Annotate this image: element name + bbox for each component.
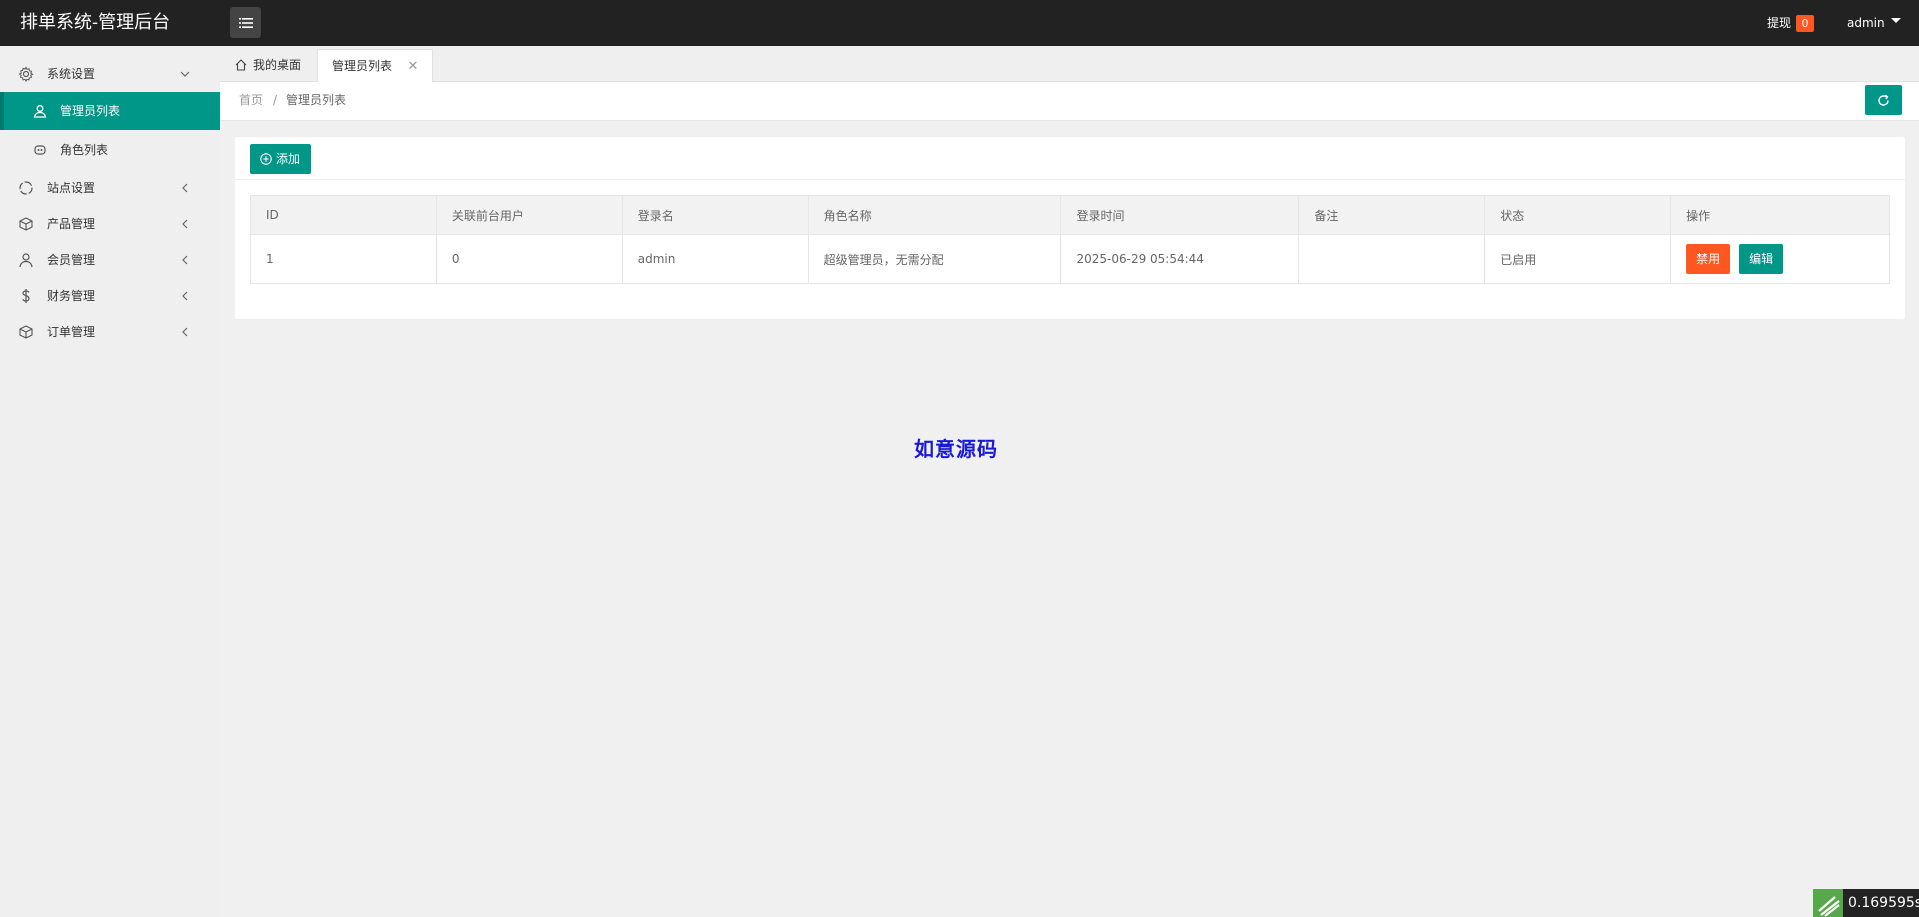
withdraw-link[interactable]: 提现 0 [1767,0,1815,46]
chevron-left-icon [182,327,188,337]
user-menu[interactable]: admin [1847,0,1901,46]
edit-button[interactable]: 编辑 [1739,244,1784,274]
column-header: 登录时间 [1060,195,1300,235]
sidebar-item-label: 角色列表 [60,143,109,157]
admin-list-card: 添加 ID 关联前台用户 登录名 角色名称 登录时间 备注 状态 操作 1 0 [235,137,1905,319]
cell-linked-user: 0 [435,234,623,284]
cell-status: 已启用 [1484,234,1672,284]
breadcrumb-home[interactable]: 首页 [239,82,263,118]
dollar-icon [22,289,30,303]
tab-admin-list[interactable]: 管理员列表 ✕ [317,49,433,82]
disable-button[interactable]: 禁用 [1686,244,1731,274]
sidebar-item-system-settings[interactable]: 系统设置 [0,56,220,92]
sidebar-item-member-management[interactable]: 会员管理 [0,242,220,278]
timer-value: 0.169595s [1848,895,1919,911]
sidebar-item-site-settings[interactable]: 站点设置 [0,170,220,206]
app-title: 排单系统-管理后台 [20,12,171,33]
site-icon [19,181,33,195]
refresh-button[interactable] [1865,85,1902,115]
page-timer: 0.169595s [1813,889,1919,917]
watermark-text: 如意源码 [914,437,998,461]
gear-icon [18,66,34,82]
chevron-left-icon [182,219,188,229]
order-box-icon [19,325,33,339]
add-button-label: 添加 [276,152,301,166]
cell-remark [1298,234,1486,284]
withdraw-count-badge: 0 [1796,15,1815,32]
sidebar-item-finance-management[interactable]: 财务管理 [0,278,220,314]
refresh-icon [1878,94,1889,106]
column-header: 备注 [1298,195,1486,235]
cell-login-name: admin [621,234,809,284]
user-name: admin [1847,16,1885,30]
add-button[interactable]: 添加 [250,144,311,174]
sidebar-item-admin-list[interactable]: 管理员列表 [0,92,220,130]
box-icon [19,217,33,231]
sidebar-item-order-management[interactable]: 订单管理 [0,314,220,350]
close-icon[interactable]: ✕ [406,50,420,83]
column-header: 登录名 [621,195,809,235]
breadcrumb-current: 管理员列表 [286,93,347,107]
sidebar-item-label: 产品管理 [47,217,96,231]
sidebar-item-product-management[interactable]: 产品管理 [0,206,220,242]
sidebar-item-label: 会员管理 [47,253,96,267]
chevron-left-icon [182,183,188,193]
sidebar-item-role-list[interactable]: 角色列表 [0,131,220,169]
tab-label: 我的桌面 [253,58,302,72]
sidebar-item-label: 订单管理 [47,325,96,339]
cell-id: 1 [250,234,437,284]
menu-toggle-button[interactable] [230,7,261,38]
column-header: 状态 [1484,195,1672,235]
column-header: 操作 [1670,195,1890,235]
sidebar-item-label: 管理员列表 [60,104,121,118]
card-toolbar: 添加 [235,137,1905,180]
sidebar: 系统设置 管理员列表 角色列表 站点设置 产品管理 会员管理 财务管理 订单管理 [0,46,220,917]
hamburger-icon [238,17,253,28]
sidebar-item-label: 财务管理 [47,289,96,303]
cell-actions: 禁用 编辑 [1670,234,1890,284]
chevron-left-icon [182,255,188,265]
top-header: 排单系统-管理后台 提现 0 admin [0,0,1919,46]
column-header: 角色名称 [807,195,1062,235]
breadcrumb: 首页 / 管理员列表 [220,82,1919,121]
tab-my-desktop[interactable]: 我的桌面 [220,49,316,82]
timer-logo-icon [1813,889,1843,917]
breadcrumb-separator: / [273,93,278,107]
role-icon [34,145,46,155]
home-icon [235,59,247,71]
page-tabs: 我的桌面 管理员列表 ✕ [220,46,1919,82]
admin-user-icon [33,105,47,118]
chevron-left-icon [182,291,188,301]
admin-table: ID 关联前台用户 登录名 角色名称 登录时间 备注 状态 操作 1 0 adm… [250,195,1890,284]
column-header: ID [250,195,437,235]
withdraw-label: 提现 [1767,16,1792,30]
table-header-row: ID 关联前台用户 登录名 角色名称 登录时间 备注 状态 操作 [250,195,1890,235]
cell-role-name: 超级管理员，无需分配 [807,234,1062,284]
chevron-down-icon [180,71,190,77]
plus-circle-icon [260,153,272,165]
caret-down-icon [1890,18,1901,23]
table-row: 1 0 admin 超级管理员，无需分配 2025-06-29 05:54:44… [250,234,1890,284]
user-icon [19,253,33,268]
column-header: 关联前台用户 [435,195,623,235]
tab-label: 管理员列表 [332,59,393,73]
sidebar-item-label: 系统设置 [47,67,96,81]
sidebar-item-label: 站点设置 [47,181,96,195]
cell-login-time: 2025-06-29 05:54:44 [1060,234,1300,284]
